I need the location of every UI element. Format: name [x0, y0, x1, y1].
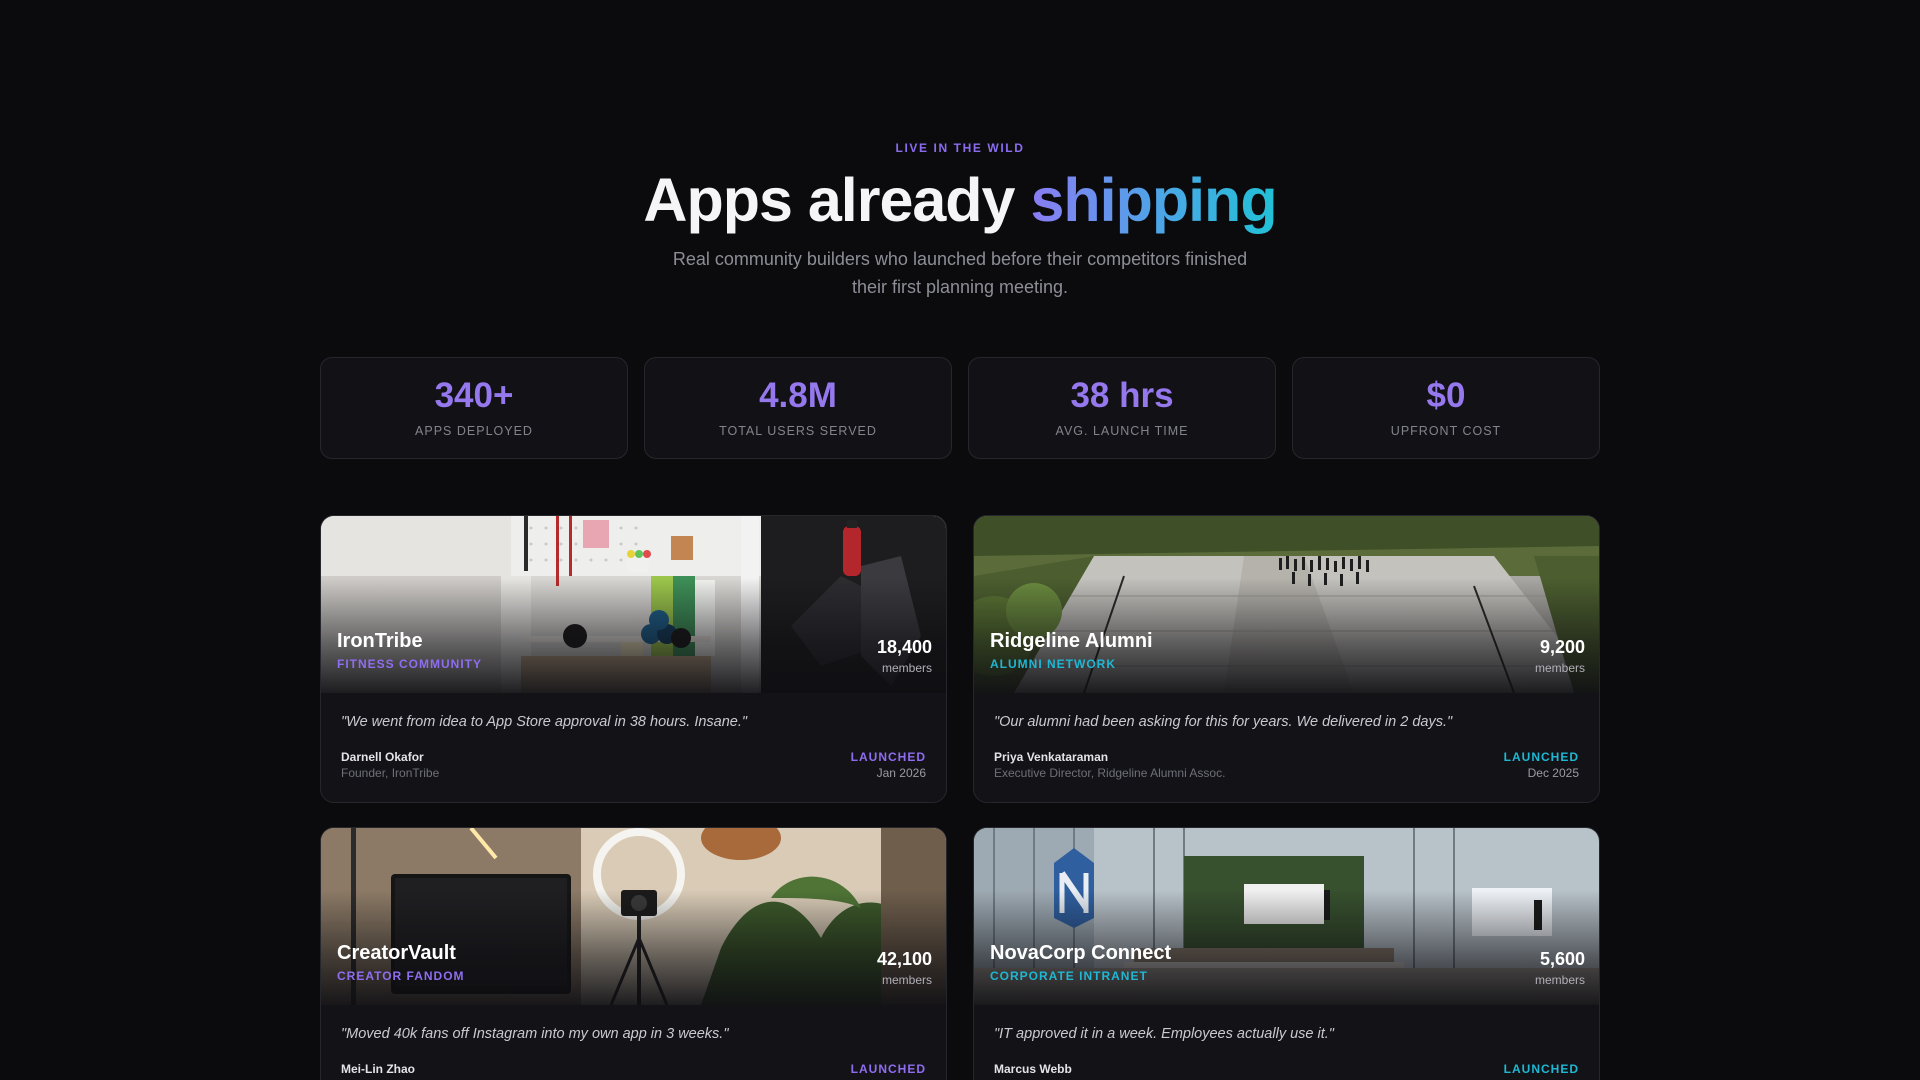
card-member-count: 5,600	[1539, 949, 1585, 969]
testimonial-quote: "Our alumni had been asking for this for…	[994, 714, 1453, 730]
card-photo-studio: CreatorVault CREATOR FANDOM 42,100 membe…	[321, 828, 946, 1005]
stat-card-apps-deployed: 340+ APPS DEPLOYED	[320, 357, 628, 459]
launch-status: LAUNCHED	[850, 750, 926, 764]
stat-value: 4.8M	[759, 376, 837, 415]
card-member-count: 9,200	[1539, 637, 1585, 657]
card-app-name: Ridgeline Alumni	[990, 630, 1153, 652]
case-study-card-ridgeline-alumni[interactable]: Ridgeline Alumni ALUMNI NETWORK 9,200 me…	[973, 515, 1600, 803]
testimonial-role: Founder, IronTribe	[341, 766, 440, 780]
testimonial-quote: "IT approved it in a week. Employees act…	[994, 1026, 1334, 1042]
launch-status: LAUNCHED	[850, 1062, 926, 1076]
card-member-label: members	[881, 973, 932, 987]
card-category: ALUMNI NETWORK	[990, 657, 1116, 671]
card-category: FITNESS COMMUNITY	[337, 657, 482, 671]
section-eyebrow: LIVE IN THE WILD	[895, 141, 1025, 155]
stat-label: APPS DEPLOYED	[415, 424, 533, 438]
testimonial-author: Darnell Okafor	[341, 750, 424, 764]
launch-date: Jan 2026	[876, 766, 926, 780]
stat-label: TOTAL USERS SERVED	[719, 424, 877, 438]
stat-card-launch-time: 38 hrs AVG. LAUNCH TIME	[968, 357, 1276, 459]
card-member-count: 42,100	[876, 949, 932, 969]
testimonial-role: Executive Director, Ridgeline Alumni Ass…	[994, 766, 1226, 780]
stat-value: $0	[1426, 376, 1466, 415]
stat-value: 38 hrs	[1070, 376, 1174, 415]
card-category: CREATOR FANDOM	[337, 969, 465, 983]
card-photo-gym: IronTribe FITNESS COMMUNITY 18,400 membe…	[321, 516, 946, 693]
title-accent: shipping	[1030, 166, 1277, 234]
card-member-label: members	[881, 661, 932, 675]
stat-label: AVG. LAUNCH TIME	[1055, 424, 1189, 438]
stat-card-upfront-cost: $0 UPFRONT COST	[1292, 357, 1600, 459]
card-member-count: 18,400	[876, 637, 932, 657]
card-photo-campus: Ridgeline Alumni ALUMNI NETWORK 9,200 me…	[974, 516, 1599, 693]
stat-value: 340+	[434, 376, 514, 415]
launch-date: Dec 2025	[1527, 766, 1579, 780]
card-category: CORPORATE INTRANET	[990, 969, 1148, 983]
card-app-name: CreatorVault	[337, 942, 456, 964]
card-app-name: NovaCorp Connect	[990, 942, 1172, 964]
testimonial-author: Priya Venkataraman	[994, 750, 1109, 764]
case-study-card-creatorvault[interactable]: CreatorVault CREATOR FANDOM 42,100 membe…	[320, 827, 947, 1080]
launch-status: LAUNCHED	[1503, 750, 1579, 764]
testimonial-quote: "We went from idea to App Store approval…	[341, 714, 748, 730]
testimonial-author: Marcus Webb	[994, 1062, 1072, 1076]
card-member-label: members	[1534, 661, 1585, 675]
section-title: Apps already shipping	[0, 164, 1920, 236]
launch-status: LAUNCHED	[1503, 1062, 1579, 1076]
card-photo-office: NovaCorp Connect CORPORATE INTRANET 5,60…	[974, 828, 1599, 1005]
title-main: Apps already	[643, 166, 1015, 234]
case-study-card-irontribe[interactable]: IronTribe FITNESS COMMUNITY 18,400 membe…	[320, 515, 947, 803]
stats-row: 340+ APPS DEPLOYED 4.8M TOTAL USERS SERV…	[320, 357, 1600, 459]
stat-card-total-users: 4.8M TOTAL USERS SERVED	[644, 357, 952, 459]
card-member-label: members	[1534, 973, 1585, 987]
page: LIVE IN THE WILD Apps already shipping R…	[0, 0, 1920, 1080]
section-subtitle: Real community builders who launched bef…	[672, 249, 1248, 297]
testimonial-author: Mei-Lin Zhao	[341, 1062, 415, 1076]
testimonial-quote: "Moved 40k fans off Instagram into my ow…	[341, 1026, 729, 1042]
case-study-card-novacorp-connect[interactable]: NovaCorp Connect CORPORATE INTRANET 5,60…	[973, 827, 1600, 1080]
card-app-name: IronTribe	[337, 630, 423, 652]
stat-label: UPFRONT COST	[1390, 424, 1502, 438]
